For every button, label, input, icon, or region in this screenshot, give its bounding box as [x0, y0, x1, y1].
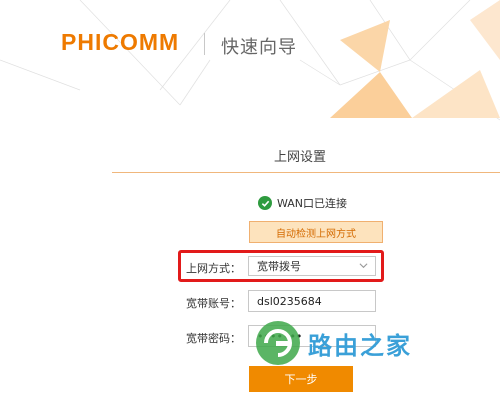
header: PHICOMM 快速向导 [0, 0, 500, 90]
phicomm-logo: PHICOMM [61, 29, 180, 55]
wan-status-text: WAN口已连接 [277, 197, 348, 210]
header-divider [204, 33, 205, 55]
connection-type-value: 宽带拨号 [257, 260, 301, 273]
connection-type-label: 上网方式： [186, 262, 241, 275]
router-home-logo-icon [256, 321, 300, 365]
auto-detect-button[interactable]: 自动检测上网方式 [249, 221, 383, 243]
account-input[interactable]: dsl0235684 [248, 290, 376, 312]
section-title: 上网设置 [274, 150, 327, 165]
section-divider [112, 172, 500, 173]
account-label: 宽带账号： [186, 297, 241, 310]
check-icon [258, 196, 272, 210]
next-button[interactable]: 下一步 [249, 366, 353, 392]
wizard-title: 快速向导 [221, 37, 297, 58]
chevron-down-icon [359, 261, 368, 273]
password-label: 宽带密码： [186, 332, 241, 345]
watermark: 路由之家 [254, 319, 412, 367]
watermark-text: 路由之家 [308, 331, 412, 360]
connection-type-select[interactable]: 宽带拨号 [248, 256, 376, 276]
wan-status: WAN口已连接 [258, 195, 347, 211]
